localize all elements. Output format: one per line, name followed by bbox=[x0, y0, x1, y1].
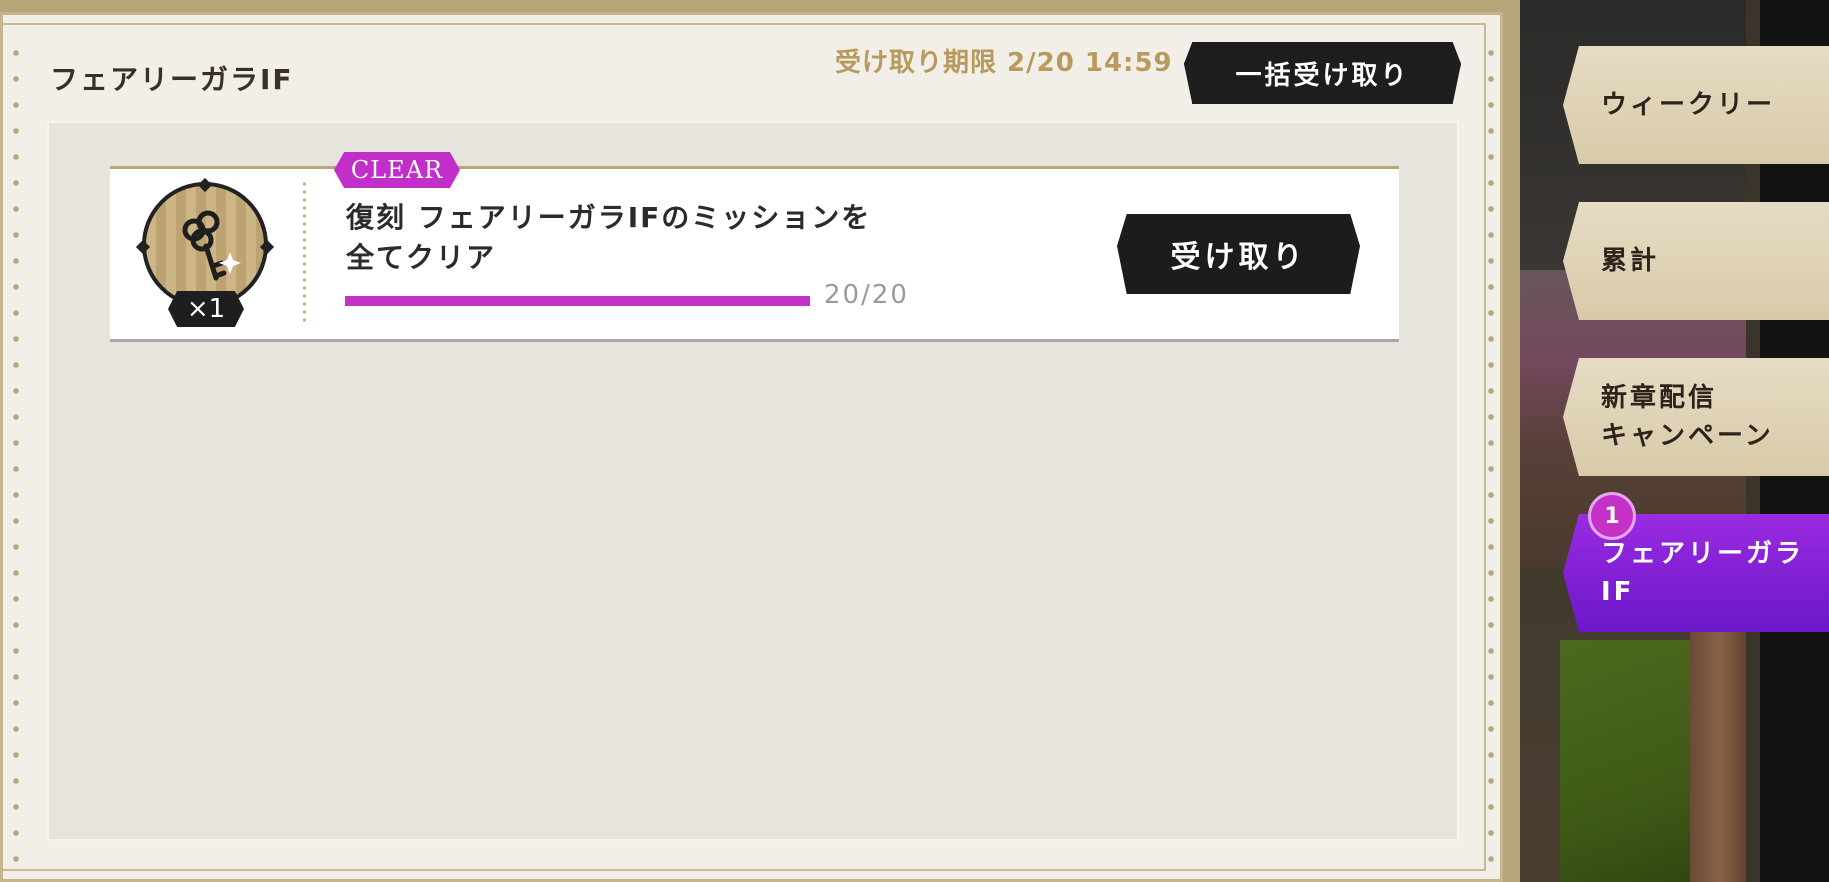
reward-quantity: ×1 bbox=[168, 291, 244, 327]
progress-count: 20/20 bbox=[824, 280, 909, 310]
progress-bar bbox=[345, 296, 810, 306]
dotted-border-right bbox=[1488, 40, 1494, 862]
tab-label: ウィークリー bbox=[1601, 90, 1776, 120]
panel-title: フェアリーガラIF bbox=[50, 63, 294, 96]
tab-label: 累計 bbox=[1601, 246, 1660, 276]
tab-label: フェアリーガラIF bbox=[1601, 539, 1805, 607]
tab-label: 新章配信 キャンペーン bbox=[1601, 383, 1774, 451]
mission-description-text: 復刻 フェアリーガラIFのミッションを 全てクリア bbox=[346, 201, 872, 274]
bulk-claim-button[interactable]: 一括受け取り bbox=[1184, 42, 1461, 104]
progress-fill bbox=[345, 296, 810, 306]
tab-new-chapter-campaign[interactable]: 新章配信 キャンペーン bbox=[1563, 358, 1829, 476]
claim-button[interactable]: 受け取り bbox=[1117, 214, 1360, 294]
tab-cumulative[interactable]: 累計 bbox=[1563, 202, 1829, 320]
tab-weekly[interactable]: ウィークリー bbox=[1563, 46, 1829, 164]
clear-badge: CLEAR bbox=[334, 152, 460, 188]
claim-deadline: 受け取り期限 2/20 14:59 bbox=[835, 48, 1173, 78]
dotted-border-left bbox=[13, 40, 19, 862]
key-icon bbox=[182, 210, 241, 281]
row-divider bbox=[303, 180, 306, 326]
scene-shelf bbox=[1690, 620, 1750, 882]
notification-badge: 1 bbox=[1588, 492, 1636, 540]
mission-description: 復刻 フェアリーガラIFのミッションを 全てクリア bbox=[346, 198, 906, 278]
mission-panel: フェアリーガラIF 受け取り期限 2/20 14:59 一括受け取り CLEAR… bbox=[0, 0, 1520, 882]
